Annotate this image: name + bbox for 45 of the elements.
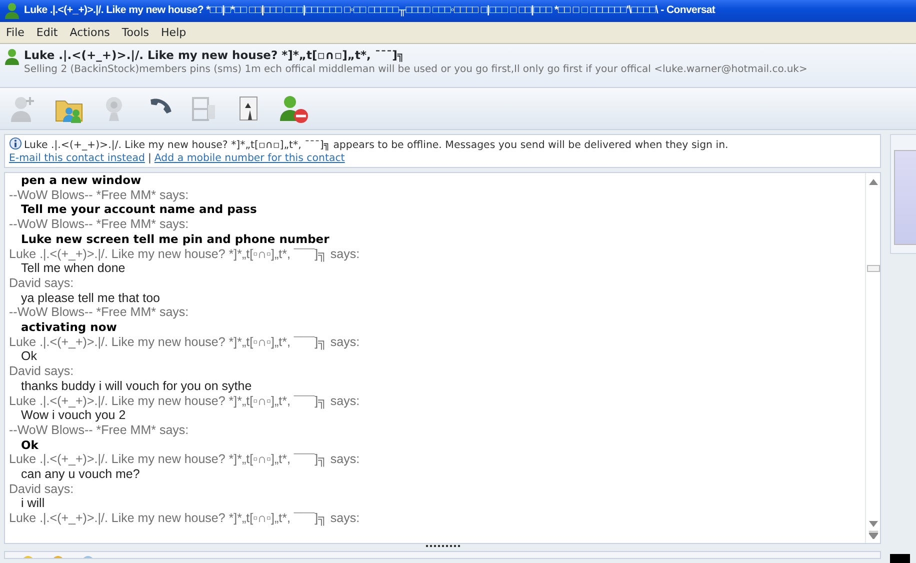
sender-line: Luke .|.<(+_+)>.|/. Like my new house? *]*„t[▫∩▫]„t*, ¯¯¯]╗ says: <box>9 334 360 350</box>
message-text: Ok <box>21 349 37 364</box>
message-text: Wow i vouch you 2 <box>21 408 126 423</box>
message-text: Ok <box>21 438 38 452</box>
contact-link[interactable]: E-mail this contact instead <box>9 153 145 164</box>
menu-item[interactable]: File <box>0 22 30 43</box>
sender-line: David says: <box>9 482 74 496</box>
menu-item[interactable]: Actions <box>64 22 116 43</box>
message-text: can any u vouch me? <box>21 467 140 482</box>
sender-line: Luke .|.<(+_+)>.|/. Like my new house? *]*„t[▫∩▫]„t*, ¯¯¯]╗ says: <box>9 394 360 408</box>
sender-line: David says: <box>9 364 74 379</box>
contact-link[interactable]: Add a mobile number for this contact <box>154 153 345 164</box>
menu-item[interactable]: Tools <box>116 22 156 43</box>
info-icon <box>9 137 22 150</box>
offline-message: Luke .|.<(+_+)>.|/. Like my new house? *]*„t[▫∩▫]„t*, ¯¯¯]╗ appears to be offline. Messages you send will be delivered when they sign in. <box>24 140 728 151</box>
message-text: Tell me your account name and pass <box>21 202 257 218</box>
window-title: Luke .|.<(+_+)>.|/. Like my new house? *□□|□*□□ □□|□□□ □□□|□□□□□□ □◦□□ □□□□□╥□□□□ □□□◦□□□□ □|□□□ □ □□|□□□ *□□ □ □ □□□□□□'\□□□□\ - Conversat <box>24 3 716 18</box>
sender-line: --WoW Blows-- *Free MM* says: <box>9 188 189 202</box>
sender-line: --WoW Blows-- *Free MM* says: <box>9 217 189 232</box>
messenger-icon <box>4 2 20 20</box>
contact-status-message: Selling 2 (BackinStock)members pins (sms) 1m ech offical middleman will be used or you go first,Il only go first if your offical <luke.warner@hotmail.co.uk> <box>24 63 808 76</box>
sender-line: Luke .|.<(+_+)>.|/. Like my new house? *]*„t[▫∩▫]„t*, ¯¯¯]╗ says: <box>9 246 360 262</box>
scroll-up-icon[interactable] <box>868 179 878 185</box>
message-text: activating now <box>21 320 117 335</box>
message-text: Tell me when done <box>21 261 126 276</box>
resize-grip-icon[interactable] <box>424 544 460 548</box>
sender-line: --WoW Blows-- *Free MM* says: <box>9 422 189 438</box>
message-text: thanks buddy i will vouch for you on sythe <box>21 378 252 394</box>
message-text: Luke new screen tell me pin and phone number <box>21 232 330 247</box>
scroll-down-icon[interactable] <box>868 521 878 527</box>
scroll-bottom-icon[interactable] <box>868 531 878 539</box>
scroll-thumb[interactable] <box>866 265 880 272</box>
link-separator: | <box>148 153 152 164</box>
message-text: i will <box>21 496 45 512</box>
contact-status-icon <box>4 48 20 66</box>
message-text: ya please tell me that too <box>21 290 160 306</box>
menu-item[interactable]: Help <box>155 22 192 43</box>
sender-line: Luke .|.<(+_+)>.|/. Like my new house? *]*„t[▫∩▫]„t*, ¯¯¯]╗ says: <box>9 511 360 526</box>
sender-line: David says: <box>9 276 74 291</box>
sender-line: Luke .|.<(+_+)>.|/. Like my new house? *]*„t[▫∩▫]„t*, ¯¯¯]╗ says: <box>9 452 360 468</box>
message-text: pen a new window <box>21 173 142 188</box>
photo-placeholder <box>890 554 910 563</box>
menu-item[interactable]: Edit <box>30 22 64 43</box>
contact-name: Luke .|.<(+_+)>.|/. Like my new house? *]*„t[▫∩▫]„t*, ¯¯¯]╗ <box>24 48 406 63</box>
sender-line: --WoW Blows-- *Free MM* says: <box>9 305 189 320</box>
